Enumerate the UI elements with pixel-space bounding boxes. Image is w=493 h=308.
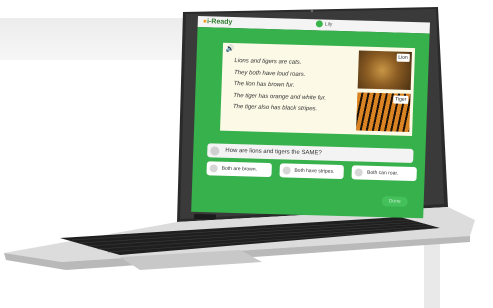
webcam-icon bbox=[310, 9, 314, 13]
user-avatar-icon bbox=[315, 20, 323, 28]
brand-logo: ●i-Ready bbox=[202, 18, 233, 26]
passage-line: The tiger also has black stripes. bbox=[232, 104, 318, 113]
lion-photo: Lion bbox=[357, 50, 412, 90]
answer-speaker-icon[interactable] bbox=[209, 164, 218, 173]
answer-option-2[interactable]: Both have stripes. bbox=[279, 163, 345, 180]
done-button[interactable]: Done bbox=[381, 196, 408, 207]
question-bar: How are lions and tigers the SAME? bbox=[207, 143, 414, 164]
tiger-label: Tiger bbox=[392, 95, 409, 104]
user-chip[interactable]: Lily bbox=[315, 20, 333, 28]
lion-label: Lion bbox=[396, 53, 410, 62]
passage-card: 🔊 Lions and tigers are cats. They both h… bbox=[220, 42, 416, 136]
answer-speaker-icon[interactable] bbox=[282, 166, 291, 175]
app-screen: ●i-Ready Lily 🔊 Lions and tigers are cat… bbox=[191, 16, 430, 220]
user-name: Lily bbox=[324, 21, 333, 28]
passage-text: Lions and tigers are cats. They both hav… bbox=[233, 56, 345, 117]
answer-text: Both have stripes. bbox=[294, 167, 335, 175]
answer-option-3[interactable]: Both can roar. bbox=[351, 165, 417, 182]
answer-speaker-icon[interactable] bbox=[354, 168, 364, 177]
answer-options: Both are brown. Both have stripes. Both … bbox=[206, 161, 417, 183]
answer-text: Both can roar. bbox=[366, 169, 399, 177]
lesson-area: 🔊 Lions and tigers are cats. They both h… bbox=[191, 26, 430, 220]
question-speaker-icon[interactable] bbox=[210, 145, 220, 156]
footer-badge bbox=[193, 213, 217, 220]
speaker-icon[interactable]: 🔊 bbox=[226, 45, 235, 53]
answer-option-1[interactable]: Both are brown. bbox=[206, 161, 272, 178]
answer-text: Both are brown. bbox=[221, 165, 258, 173]
tiger-photo: Tiger bbox=[356, 92, 411, 132]
question-text: How are lions and tigers the SAME? bbox=[225, 147, 322, 157]
